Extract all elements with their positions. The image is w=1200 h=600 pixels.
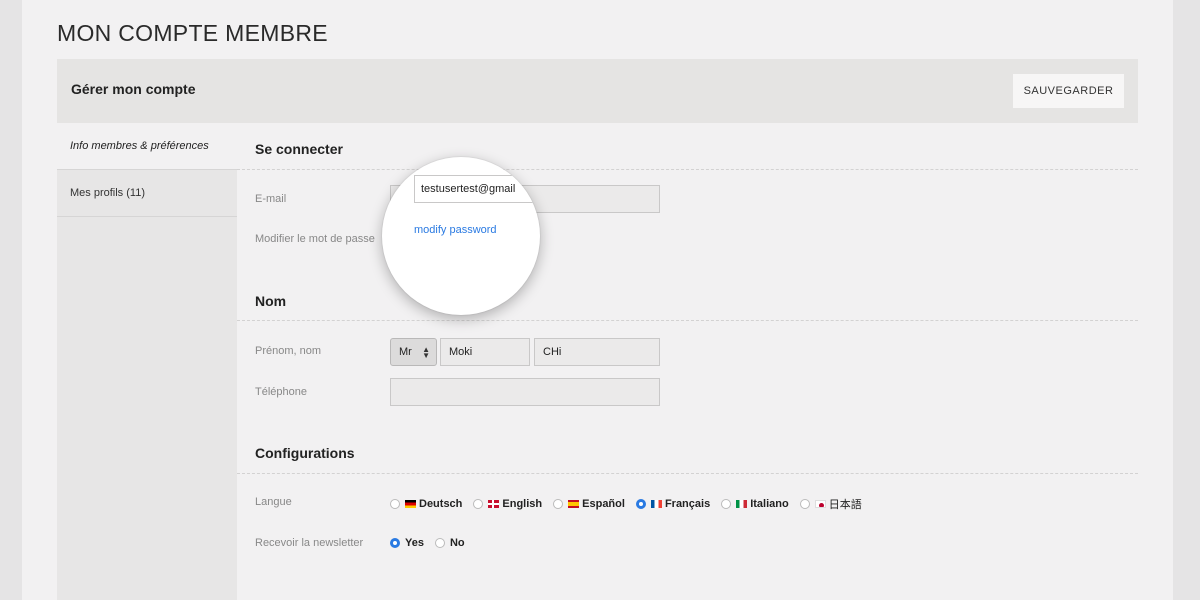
french-flag-icon: [650, 500, 662, 508]
section-title-connect: Se connecter: [255, 141, 343, 157]
zoom-magnifier: testusertest@gmail modify password: [382, 157, 540, 315]
language-option-japanese[interactable]: 日本語: [799, 496, 862, 512]
sidebar: Info membres & préférences Mes profils (…: [57, 123, 237, 600]
language-option-english[interactable]: English: [473, 498, 542, 510]
page-title: MON COMPTE MEMBRE: [57, 20, 328, 46]
header-title: Gérer mon compte: [71, 81, 196, 97]
italian-flag-icon: [736, 500, 748, 508]
newsletter-option-no[interactable]: No: [434, 537, 465, 549]
modify-password-link[interactable]: modify password: [414, 224, 497, 236]
language-option-francais[interactable]: Français: [635, 498, 710, 510]
radio-button[interactable]: [553, 499, 564, 509]
divider: [237, 320, 1138, 321]
divider: [237, 169, 1138, 170]
sidebar-item-my-profiles[interactable]: Mes profils (11): [57, 170, 237, 217]
newsletter-option-yes[interactable]: Yes: [390, 537, 424, 549]
spanish-flag-icon: [568, 500, 580, 508]
radio-button-selected[interactable]: [390, 538, 400, 548]
radio-button[interactable]: [473, 499, 484, 509]
language-label: Langue: [255, 496, 292, 508]
language-option-espanol[interactable]: Español: [553, 498, 625, 510]
english-flag-icon: [488, 500, 500, 508]
radio-button[interactable]: [390, 499, 400, 509]
newsletter-options: Yes No: [390, 537, 476, 549]
sidebar-item-label: Info membres & préférences: [70, 140, 209, 152]
language-option-deutsch[interactable]: Deutsch: [390, 498, 462, 510]
password-label: Modifier le mot de passe: [255, 233, 375, 245]
fullname-label: Prénom, nom: [255, 345, 322, 357]
radio-button[interactable]: [799, 499, 810, 509]
language-option-italiano[interactable]: Italiano: [721, 498, 789, 510]
radio-button[interactable]: [434, 538, 445, 548]
radio-button[interactable]: [721, 499, 732, 509]
section-title-name: Nom: [255, 293, 287, 309]
newsletter-label: Recevoir la newsletter: [255, 537, 364, 549]
save-button[interactable]: SAUVEGARDER: [1013, 74, 1124, 108]
language-options: Deutsch English Español Français Italian: [390, 496, 873, 512]
sidebar-item-member-info[interactable]: Info membres & préférences: [57, 123, 237, 170]
sidebar-item-label: Mes profils (11): [70, 187, 145, 199]
phone-label: Téléphone: [255, 386, 307, 398]
german-flag-icon: [405, 500, 416, 508]
account-header-bar: Gérer mon compte SAUVEGARDER: [57, 59, 1138, 123]
email-label: E-mail: [255, 193, 287, 205]
main-content: Se connecter E-mail Modifier le mot de p…: [237, 123, 1138, 600]
account-page: MON COMPTE MEMBRE Gérer mon compte SAUVE…: [22, 0, 1173, 600]
radio-button-selected[interactable]: [635, 499, 646, 509]
first-name-field[interactable]: Moki: [440, 338, 530, 366]
email-field-zoomed[interactable]: testusertest@gmail: [414, 175, 540, 203]
section-title-configurations: Configurations: [255, 445, 355, 461]
divider: [237, 473, 1138, 474]
civility-select[interactable]: Mr ▲ ▼: [390, 338, 437, 366]
civility-value: Mr: [399, 346, 412, 358]
phone-field[interactable]: [390, 378, 660, 406]
japanese-flag-icon: [814, 500, 826, 508]
select-arrows-icon: ▲ ▼: [422, 345, 430, 360]
last-name-field[interactable]: CHi: [534, 338, 660, 366]
